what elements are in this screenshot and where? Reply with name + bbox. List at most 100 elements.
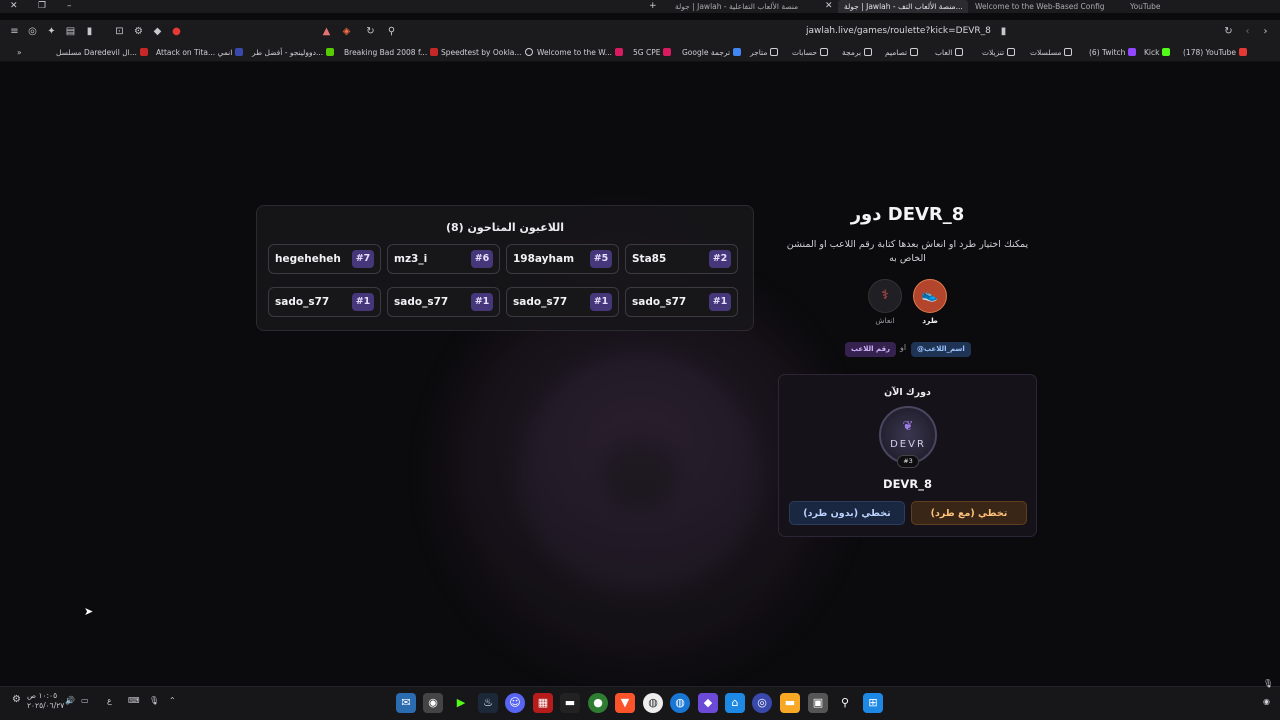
player-number: #1 <box>590 293 612 311</box>
restore-window-icon[interactable]: ❐ <box>38 1 46 11</box>
brave-icon[interactable]: ▼ <box>615 693 635 713</box>
reload-icon[interactable]: ↻ <box>1222 25 1235 38</box>
tray-chevron-icon[interactable]: ⌃ <box>169 696 176 705</box>
record-icon[interactable]: ● <box>170 25 183 38</box>
player-chip[interactable]: sado_s77 #1 <box>268 287 381 317</box>
folder-icon <box>770 48 779 56</box>
network-icon[interactable]: ▭ <box>81 696 89 705</box>
player-chip[interactable]: sado_s77 #1 <box>506 287 619 317</box>
keyboard-icon[interactable]: ⌨ <box>128 696 140 705</box>
revive-action-button[interactable]: ⚕ <box>868 279 902 313</box>
vpn-icon[interactable]: ◆ <box>698 693 718 713</box>
player-number: #1 <box>352 293 374 311</box>
bookmark-5g-cpe[interactable]: 5G CPE <box>633 47 672 58</box>
voicemeeter-icon[interactable]: ▦ <box>533 693 553 713</box>
share-icon[interactable]: ↻ <box>364 25 377 38</box>
clock[interactable]: ١٠:٠٥ ص ٢٠٢٥/٠٦/٢٧ <box>27 691 64 711</box>
tab-jawlah-active[interactable]: جولة | Jawlah - منصة الألعاب التف... <box>838 0 968 13</box>
chrome-alt-icon[interactable]: ◍ <box>670 693 690 713</box>
brave-shield-icon[interactable]: ◈ <box>340 25 353 38</box>
diamond-icon[interactable]: ◆ <box>151 25 164 38</box>
site-info-icon[interactable]: ⚲ <box>385 25 398 38</box>
bookmark-folder[interactable]: تنزيلات <box>982 47 1016 58</box>
wallet-icon[interactable]: ▤ <box>64 25 77 38</box>
close-tab-icon[interactable]: ✕ <box>825 1 833 11</box>
player-number: #1 <box>471 293 493 311</box>
minimize-window-icon[interactable]: – <box>67 1 72 11</box>
player-name: mz3_i <box>394 253 428 265</box>
search-icon[interactable]: ⚲ <box>835 693 855 713</box>
task-view-icon[interactable]: ▣ <box>808 693 828 713</box>
bookmark-breaking-bad[interactable]: Breaking Bad 2008 f... <box>344 47 439 58</box>
bookmark-folder[interactable]: مسلسلات <box>1030 47 1073 58</box>
screenshot-icon[interactable]: ⊡ <box>113 25 126 38</box>
bookmark-attack-on-titan[interactable]: Attack on Tita... انمي <box>156 47 244 58</box>
player-chip[interactable]: Sta85 #2 <box>625 244 738 274</box>
skip-with-kick-button[interactable]: تخطي (مع طرد) <box>911 501 1027 525</box>
player-number: #2 <box>709 250 731 268</box>
steam-icon[interactable]: ♨ <box>478 693 498 713</box>
player-number: #6 <box>471 250 493 268</box>
bookmark-folder[interactable]: تصاميم <box>885 47 919 58</box>
kick-action-button[interactable]: 👟 <box>913 279 947 313</box>
sidebar-icon[interactable]: ▮ <box>83 25 96 38</box>
bookmark-icon[interactable]: ▮ <box>997 25 1010 38</box>
bookmark-duolingo[interactable]: دوولينجو - أفضل طر... <box>252 47 335 58</box>
extension-icon[interactable]: ⚙ <box>132 25 145 38</box>
puzzle-icon[interactable]: ✦ <box>45 25 58 38</box>
shield-icon[interactable]: ◎ <box>26 25 39 38</box>
network-app-icon[interactable]: ⌂ <box>725 693 745 713</box>
browser-tab-strip: ✕ ❐ – YouTube Welcome to the Web-Based C… <box>0 0 1280 13</box>
mention-tag: @اسم_اللاعب <box>911 342 971 357</box>
volume-icon[interactable]: 🔊 <box>65 696 75 705</box>
microphone-icon[interactable]: 🎙 <box>149 696 159 705</box>
address-bar[interactable]: jawlah.live/games/roulette?kick=DEVR_8 <box>806 26 991 36</box>
start-icon[interactable]: ⊞ <box>863 693 883 713</box>
player-chip[interactable]: mz3_i #6 <box>387 244 500 274</box>
bookmark-web-config[interactable]: Welcome to the W... <box>537 47 624 58</box>
new-tab-button[interactable]: + <box>649 1 657 11</box>
bookmark-folder[interactable]: برمجة <box>842 47 873 58</box>
menu-icon[interactable]: ≡ <box>8 25 21 38</box>
bookmark-daredevil[interactable]: مسلسل Daredevil ال... <box>56 47 148 58</box>
folder-icon <box>955 48 964 56</box>
file-explorer-icon[interactable]: ▬ <box>780 693 800 713</box>
bookmark-folder[interactable]: حسابات <box>792 47 829 58</box>
current-turn-title: دورك الآن <box>884 387 931 398</box>
terminal-icon[interactable]: ▬ <box>560 693 580 713</box>
forward-icon[interactable]: ‹ <box>1241 25 1254 38</box>
kick-app-icon[interactable]: ▶ <box>451 693 471 713</box>
obs-icon[interactable]: ◉ <box>423 693 443 713</box>
taskbar: ⚙ ١٠:٠٥ ص ٢٠٢٥/٠٦/٢٧ 🔊 ▭ ع ⌨ 🎙 ⌃ ✉ ◉ ▶ ♨ … <box>0 679 1280 720</box>
back-icon[interactable]: › <box>1259 25 1272 38</box>
bookmark-speedtest[interactable]: Speedtest by Ookla... <box>441 47 533 58</box>
bookmark-google-translate[interactable]: Google ترجمة <box>682 47 742 58</box>
language-indicator[interactable]: ع <box>107 696 112 705</box>
current-player-name: DEVR_8 <box>883 477 932 491</box>
player-chip[interactable]: sado_s77 #1 <box>387 287 500 317</box>
app-icon[interactable]: ◎ <box>752 693 772 713</box>
bookmark-twitch[interactable]: (6) Twitch <box>1089 47 1137 58</box>
youtube-icon <box>1239 48 1248 56</box>
skip-without-kick-button[interactable]: تخطي (بدون طرد) <box>789 501 905 525</box>
bookmark-youtube[interactable]: (178) YouTube <box>1183 47 1248 58</box>
wechat-icon[interactable]: ● <box>588 693 608 713</box>
player-chip[interactable]: hegeheheh #7 <box>268 244 381 274</box>
close-window-icon[interactable]: ✕ <box>10 1 18 11</box>
tab-jawlah[interactable]: جولة | Jawlah - منصة الألعاب التفاعلية <box>675 0 815 13</box>
bookmark-folder[interactable]: متاجر <box>750 47 779 58</box>
bookmark-kick[interactable]: Kick <box>1144 47 1171 58</box>
bookmarks-overflow[interactable]: » <box>17 47 22 58</box>
player-chip[interactable]: 198ayham #5 <box>506 244 619 274</box>
settings-icon[interactable]: ⚙ <box>12 694 21 705</box>
player-chip[interactable]: sado_s77 #1 <box>625 287 738 317</box>
discord-icon[interactable]: ☺ <box>505 693 525 713</box>
tab-web-config[interactable]: Welcome to the Web-Based Config... <box>975 0 1105 13</box>
chrome-icon[interactable]: ◍ <box>643 693 663 713</box>
brave-rewards-icon[interactable]: ▲ <box>320 25 333 38</box>
bookmark-folder[interactable]: العاب <box>935 47 964 58</box>
location-icon: ◉ <box>1263 697 1270 706</box>
outlook-icon[interactable]: ✉ <box>396 693 416 713</box>
clock-date: ٢٠٢٥/٠٦/٢٧ <box>27 701 65 710</box>
tab-youtube[interactable]: YouTube <box>1130 0 1200 13</box>
